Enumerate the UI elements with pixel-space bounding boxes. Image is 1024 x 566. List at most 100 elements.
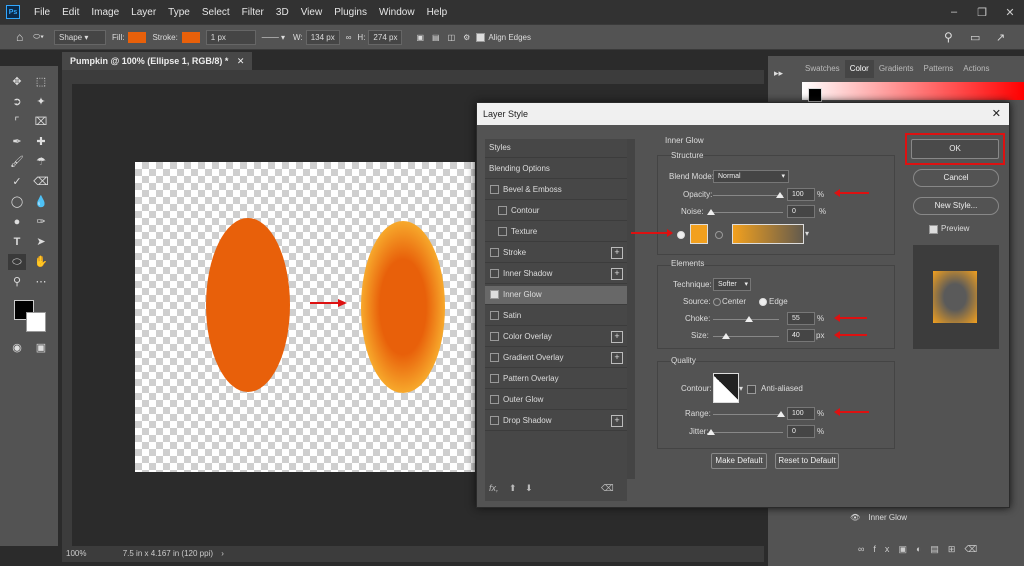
list-item[interactable]: Inner Shadow +	[485, 265, 627, 284]
list-item[interactable]: Stroke +	[485, 244, 627, 263]
search-icon[interactable]: ⚲	[944, 30, 953, 44]
menu-help[interactable]: Help	[427, 7, 448, 18]
stroke-swatch[interactable]	[181, 31, 200, 43]
move-tool-icon[interactable]: ✥	[8, 74, 26, 90]
add-inner-shadow-icon[interactable]: +	[611, 268, 623, 280]
edge-radio-selected[interactable]	[759, 298, 767, 306]
gear-icon[interactable]: ⚙	[463, 33, 470, 42]
tab-patterns[interactable]: Patterns	[919, 60, 959, 78]
home-icon[interactable]: ⌂	[16, 30, 23, 44]
path-arrangement-icon[interactable]: ◫	[448, 33, 456, 42]
noise-slider[interactable]	[713, 212, 783, 213]
contour-picker[interactable]	[713, 373, 739, 403]
jitter-slider[interactable]	[713, 432, 783, 433]
more-tools-icon[interactable]: ⋯	[32, 274, 50, 290]
fx-label[interactable]: fx,	[489, 483, 499, 493]
add-gradient-overlay-icon[interactable]: +	[611, 352, 623, 364]
checkbox[interactable]	[490, 311, 499, 321]
ellipse-tool-icon[interactable]: ⬭▾	[33, 32, 44, 42]
fx-icon[interactable]: fx	[873, 544, 898, 554]
choke-slider-thumb[interactable]	[745, 316, 753, 322]
menu-plugins[interactable]: Plugins	[334, 7, 367, 18]
checkbox[interactable]	[490, 332, 499, 342]
checkbox[interactable]	[498, 227, 507, 237]
pen-tool-icon[interactable]: ✑	[32, 214, 50, 230]
delete-effect-icon[interactable]: ⌫	[601, 483, 614, 494]
checkbox[interactable]	[490, 374, 499, 384]
path-alignment-icon[interactable]: ▤	[432, 33, 440, 42]
add-drop-shadow-icon[interactable]: +	[611, 415, 623, 427]
list-scrollbar[interactable]	[627, 139, 635, 479]
document-canvas[interactable]	[135, 162, 475, 472]
add-color-overlay-icon[interactable]: +	[611, 331, 623, 343]
gradient-dropdown-icon[interactable]: ▾	[805, 229, 809, 238]
styles-header[interactable]: Styles	[485, 139, 627, 158]
width-field[interactable]: 134 px	[305, 29, 340, 45]
menu-view[interactable]: View	[301, 7, 323, 18]
list-item[interactable]: Blending Options	[485, 160, 627, 179]
quick-mask-icon[interactable]: ◉	[8, 340, 26, 356]
list-item[interactable]: Gradient Overlay +	[485, 349, 627, 368]
link-layers-icon[interactable]: ∞	[858, 544, 873, 554]
lasso-tool-icon[interactable]: ➲	[8, 94, 26, 110]
list-item-selected[interactable]: Inner Glow	[485, 286, 627, 305]
marquee-tool-icon[interactable]: ⬚	[32, 74, 50, 90]
screen-mode-icon[interactable]: ▣	[32, 340, 50, 356]
list-item[interactable]: Pattern Overlay	[485, 370, 627, 389]
ok-button[interactable]: OK	[911, 139, 999, 159]
menu-filter[interactable]: Filter	[242, 7, 264, 18]
foreground-swatch-small[interactable]	[808, 88, 822, 102]
eraser-icon[interactable]: ⌫	[32, 174, 50, 190]
type-tool-icon[interactable]: T	[8, 234, 26, 250]
paint-bucket-icon[interactable]: ◯	[8, 194, 26, 210]
stroke-width-field[interactable]: 1 px	[205, 29, 256, 45]
checkbox[interactable]	[498, 206, 507, 216]
adjustment-icon[interactable]: ◐	[916, 544, 930, 554]
stroke-type-select[interactable]: ─── ▾	[262, 33, 285, 42]
move-down-icon[interactable]: ⬇	[525, 483, 533, 493]
range-slider-thumb[interactable]	[777, 411, 785, 417]
blur-tool-icon[interactable]: 💧	[32, 194, 50, 210]
tab-color[interactable]: Color	[844, 60, 874, 78]
tab-gradients[interactable]: Gradients	[874, 60, 919, 78]
gradient-radio[interactable]	[715, 231, 723, 239]
noise-field[interactable]: 0	[787, 205, 815, 218]
crop-tool-icon[interactable]: ⌜	[8, 114, 26, 130]
eyedropper-icon[interactable]: ✒	[8, 134, 26, 150]
glow-gradient-preview[interactable]	[732, 224, 804, 244]
range-field[interactable]: 100	[787, 407, 815, 420]
jitter-slider-thumb[interactable]	[707, 429, 715, 435]
path-operations-icon[interactable]: ▣	[416, 33, 424, 42]
zoom-tool-icon[interactable]: ⚲	[8, 274, 26, 290]
technique-select[interactable]: Softer ▾	[713, 278, 751, 291]
checkbox[interactable]	[490, 395, 499, 405]
list-item[interactable]: Satin	[485, 307, 627, 326]
minimize-icon[interactable]: –	[940, 6, 968, 18]
add-stroke-icon[interactable]: +	[611, 247, 623, 259]
center-radio[interactable]	[713, 298, 721, 306]
glow-color-swatch[interactable]	[690, 224, 708, 244]
document-tab[interactable]: Pumpkin @ 100% (Ellipse 1, RGB/8) * ✕	[62, 52, 253, 70]
checkbox[interactable]	[490, 185, 499, 195]
dialog-close-icon[interactable]: ✕	[992, 103, 1001, 125]
make-default-button[interactable]: Make Default	[711, 453, 767, 469]
menu-3d[interactable]: 3D	[276, 7, 289, 18]
history-brush-icon[interactable]: ✓	[8, 174, 26, 190]
choke-field[interactable]: 55	[787, 312, 815, 325]
layers-row[interactable]: 👁 Inner Glow	[820, 510, 1024, 526]
align-edges-checkbox[interactable]	[476, 32, 486, 42]
frame-tool-icon[interactable]: ⌧	[32, 114, 50, 130]
hand-tool-icon[interactable]: ✋	[32, 254, 50, 270]
mask-icon[interactable]: ▣	[898, 544, 916, 554]
share-icon[interactable]: ↗	[996, 31, 1005, 44]
contour-dropdown-icon[interactable]: ▾	[739, 384, 743, 393]
blend-mode-select[interactable]: Normal ▾	[713, 170, 789, 183]
checkbox[interactable]	[490, 353, 499, 363]
path-selection-icon[interactable]: ➤	[32, 234, 50, 250]
ellipse-tool-icon[interactable]: ⬭	[8, 254, 26, 270]
brush-tool-icon[interactable]: 🖌	[8, 154, 26, 170]
background-color-swatch[interactable]	[26, 312, 46, 332]
fill-swatch[interactable]	[128, 31, 147, 43]
menu-select[interactable]: Select	[202, 7, 230, 18]
new-layer-icon[interactable]: ⊞	[948, 544, 965, 554]
